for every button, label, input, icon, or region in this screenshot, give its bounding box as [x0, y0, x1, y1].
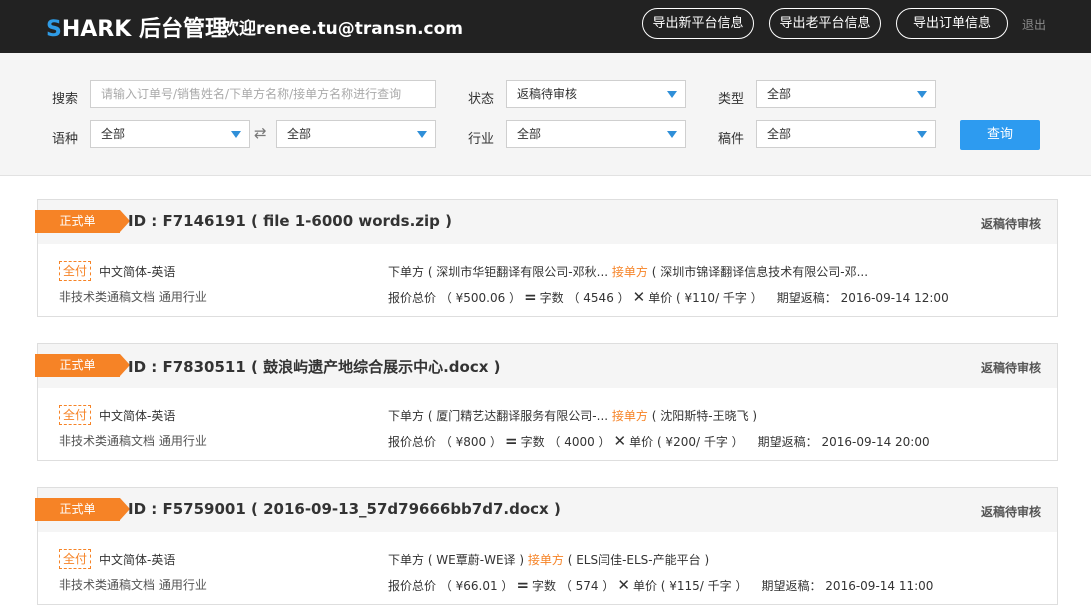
vendor-name: ( 沈阳斯特-王晓飞 ) — [647, 409, 758, 423]
chevron-down-icon — [917, 131, 927, 138]
equals-icon: = — [504, 432, 518, 450]
manuscript-select[interactable]: 全部 — [756, 120, 936, 148]
type-select-value: 全部 — [767, 87, 792, 101]
swap-arrows-icon[interactable]: ⇄ — [254, 124, 267, 142]
order-parties: 下单方 ( 深圳市华钜翻译有限公司-邓秋... 接单方 ( 深圳市锦译翻译信息技… — [388, 263, 868, 280]
language-label: 语种 — [52, 132, 79, 147]
vendor-label: 接单方 — [611, 409, 648, 423]
total-price: 报价总价 （ ¥66.01 ） — [388, 579, 514, 593]
equals-icon: = — [516, 576, 530, 594]
unit-price: 单价 ( ¥200/ 千字 ） — [629, 435, 744, 449]
multiply-icon: ✕ — [613, 432, 627, 450]
chevron-down-icon — [667, 91, 677, 98]
price-summary: 报价总价 （ ¥800 ） = 字数 （ 4000 ） ✕ 单价 ( ¥200/ 千字 … — [388, 432, 930, 450]
price-summary: 报价总价 （ ¥66.01 ） = 字数 （ 574 ） ✕ 单价 ( ¥115/ 千字… — [388, 576, 933, 594]
export-orders-button[interactable]: 导出订单信息 — [896, 8, 1008, 39]
status-label: 状态 — [468, 92, 495, 107]
target-language-value: 全部 — [287, 127, 312, 141]
logout-link[interactable]: 退出 — [1022, 16, 1046, 33]
status-select[interactable]: 返稿待审核 — [506, 80, 686, 108]
client-name: 下单方 ( WE覃蔚-WE译 ) — [388, 553, 525, 567]
document-category: 非技术类通稿文档 通用行业 — [59, 578, 207, 592]
language-pair: 中文简体-英语 — [99, 265, 176, 279]
total-price: 报价总价 （ ¥500.06 ） — [388, 291, 522, 305]
price-summary: 报价总价 （ ¥500.06 ） = 字数 （ 4546 ） ✕ 单价 ( ¥110/ … — [388, 288, 949, 306]
filter-panel — [0, 53, 1091, 176]
order-card[interactable]: 正式单 ID : F7830511 ( 鼓浪屿遗产地综合展示中心.docx ) … — [35, 343, 1058, 461]
multiply-icon: ✕ — [617, 576, 630, 594]
order-type-ribbon: 正式单 — [35, 354, 130, 377]
chevron-down-icon — [667, 131, 677, 138]
vendor-name: ( ELS闫佳-ELS-产能平台 ) — [563, 553, 710, 567]
order-status: 返稿待审核 — [980, 361, 1041, 375]
industry-label: 行业 — [468, 132, 495, 147]
status-select-value: 返稿待审核 — [517, 87, 578, 101]
document-category: 非技术类通稿文档 通用行业 — [59, 434, 207, 448]
order-parties: 下单方 ( 厦门精艺达翻译服务有限公司-... 接单方 ( 沈阳斯特-王晓飞 ) — [388, 407, 757, 424]
multiply-icon: ✕ — [632, 288, 646, 306]
manuscript-select-value: 全部 — [767, 127, 792, 141]
order-id[interactable]: ID : F7146191 ( file 1-6000 words.zip ) — [128, 212, 452, 230]
order-card[interactable]: 正式单 ID : F7146191 ( file 1-6000 words.zi… — [35, 199, 1058, 317]
expected-return: 期望返稿： 2016-09-14 20:00 — [757, 435, 930, 449]
vendor-label: 接单方 — [527, 553, 564, 567]
unit-price: 单价 ( ¥115/ 千字 ） — [632, 579, 748, 593]
source-language-value: 全部 — [101, 127, 126, 141]
language-pair: 中文简体-英语 — [99, 553, 176, 567]
search-input[interactable]: 请输入订单号/销售姓名/下单方名称/接单方名称进行查询 — [90, 80, 436, 108]
vendor-name: ( 深圳市锦译翻译信息技术有限公司-邓... — [647, 265, 869, 279]
total-price: 报价总价 （ ¥800 ） — [388, 435, 502, 449]
top-header: SHARK 后台管理 欢迎renee.tu@transn.com 导出新平台信息… — [0, 0, 1091, 53]
payment-tag: 全付 — [59, 549, 92, 569]
brand-logo: SHARK 后台管理 — [46, 17, 227, 42]
payment-tag: 全付 — [59, 261, 92, 281]
target-language-select[interactable]: 全部 — [276, 120, 436, 148]
word-count: 字数 （ 574 ） — [532, 579, 615, 593]
industry-select[interactable]: 全部 — [506, 120, 686, 148]
order-card[interactable]: 正式单 ID : F5759001 ( 2016-09-13_57d79666b… — [35, 487, 1058, 605]
chevron-down-icon — [917, 91, 927, 98]
vendor-label: 接单方 — [611, 265, 648, 279]
query-button[interactable]: 查询 — [960, 120, 1040, 150]
industry-select-value: 全部 — [517, 127, 542, 141]
order-id[interactable]: ID : F7830511 ( 鼓浪屿遗产地综合展示中心.docx ) — [128, 356, 500, 377]
source-language-select[interactable]: 全部 — [90, 120, 250, 148]
welcome-text: 欢迎renee.tu@transn.com — [222, 19, 463, 39]
word-count: 字数 （ 4000 ） — [520, 435, 611, 449]
chevron-down-icon — [231, 131, 241, 138]
unit-price: 单价 ( ¥110/ 千字 ） — [648, 291, 763, 305]
client-name: 下单方 ( 深圳市华钜翻译有限公司-邓秋... — [388, 265, 609, 279]
language-pair: 中文简体-英语 — [99, 409, 176, 423]
payment-tag: 全付 — [59, 405, 92, 425]
expected-return: 期望返稿： 2016-09-14 11:00 — [761, 579, 934, 593]
order-id[interactable]: ID : F5759001 ( 2016-09-13_57d79666bb7d7… — [128, 500, 561, 518]
manuscript-label: 稿件 — [718, 132, 745, 147]
export-new-platform-button[interactable]: 导出新平台信息 — [642, 8, 754, 39]
export-old-platform-button[interactable]: 导出老平台信息 — [769, 8, 881, 39]
type-select[interactable]: 全部 — [756, 80, 936, 108]
client-name: 下单方 ( 厦门精艺达翻译服务有限公司-... — [388, 409, 609, 423]
search-label: 搜索 — [52, 92, 79, 107]
word-count: 字数 （ 4546 ） — [539, 291, 630, 305]
order-type-ribbon: 正式单 — [35, 498, 130, 521]
equals-icon: = — [524, 288, 537, 306]
order-type-ribbon: 正式单 — [35, 210, 130, 233]
document-category: 非技术类通稿文档 通用行业 — [59, 290, 207, 304]
order-status: 返稿待审核 — [980, 505, 1041, 519]
type-label: 类型 — [718, 92, 745, 107]
order-status: 返稿待审核 — [980, 217, 1041, 231]
expected-return: 期望返稿： 2016-09-14 12:00 — [776, 291, 949, 305]
chevron-down-icon — [417, 131, 427, 138]
order-parties: 下单方 ( WE覃蔚-WE译 ) 接单方 ( ELS闫佳-ELS-产能平台 ) — [388, 551, 709, 568]
